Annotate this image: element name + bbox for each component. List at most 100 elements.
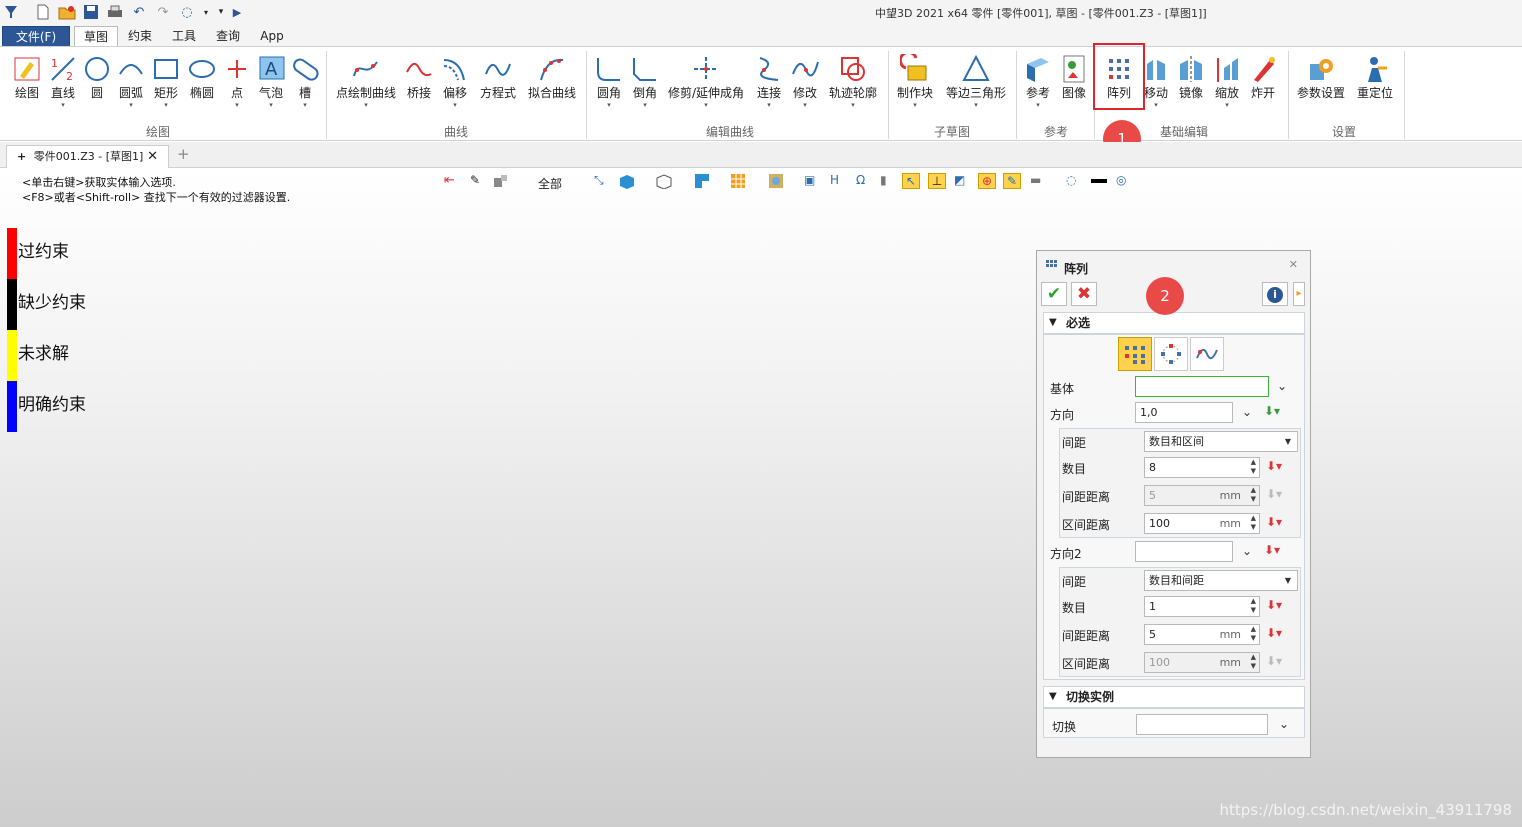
- image-button[interactable]: 图像: [1058, 53, 1090, 100]
- pen-icon-active[interactable]: ✎: [1003, 173, 1021, 189]
- draw-button[interactable]: 绘图: [8, 53, 46, 100]
- spacing2-select[interactable]: 数目和间距 ▼: [1144, 570, 1298, 591]
- redo-icon[interactable]: ↷: [154, 3, 172, 21]
- arc-button[interactable]: 圆弧 ▾: [114, 53, 148, 110]
- snap-grid-icon-active[interactable]: ⊥: [928, 173, 946, 189]
- required-section-header[interactable]: ▼ 必选: [1043, 312, 1305, 334]
- tab-query[interactable]: 查询: [210, 26, 246, 47]
- tab-app[interactable]: App: [254, 26, 290, 47]
- range2-distance-input[interactable]: 100 mm ▲ ▼: [1144, 652, 1260, 673]
- range-distance-pick-icon[interactable]: ⬇▾: [1266, 515, 1282, 529]
- direction2-chevron-icon[interactable]: ⌄: [1242, 544, 1252, 558]
- reference-button[interactable]: 参考 ▾: [1020, 53, 1056, 110]
- point-curve-button[interactable]: 点绘制曲线 ▾: [334, 53, 398, 110]
- spacing2-distance-input[interactable]: 5 mm ▲ ▼: [1144, 624, 1260, 645]
- crosshair-icon-active[interactable]: ⊕: [978, 173, 996, 189]
- spacing-select[interactable]: 数目和区间 ▼: [1144, 431, 1298, 452]
- save-icon[interactable]: [82, 3, 100, 21]
- eraser-icon[interactable]: ✎: [470, 173, 488, 189]
- spacing-distance-input[interactable]: 5 mm ▲ ▼: [1144, 485, 1260, 506]
- tab-constraint[interactable]: 约束: [122, 26, 158, 47]
- select-icon[interactable]: ⤡: [594, 173, 612, 189]
- direction2-input[interactable]: [1135, 541, 1233, 562]
- line-button[interactable]: 1 2 直线 ▾: [46, 53, 80, 110]
- dimension-icon[interactable]: H: [830, 173, 848, 189]
- open-file-icon[interactable]: [58, 3, 76, 21]
- fillet-button[interactable]: 圆角 ▾: [592, 53, 626, 110]
- grid-icon[interactable]: [730, 173, 748, 189]
- info-button[interactable]: i: [1262, 282, 1288, 306]
- line-style-icon[interactable]: [1090, 173, 1108, 189]
- layer-icon[interactable]: ▮: [880, 173, 898, 189]
- direction2-pick-icon[interactable]: ⬇▾: [1264, 543, 1280, 557]
- tab-sketch[interactable]: 草图: [74, 26, 118, 47]
- circle-button[interactable]: 圆: [80, 53, 114, 100]
- trim-extend-button[interactable]: 修剪/延伸成角 ▾: [664, 53, 748, 110]
- count2-input[interactable]: 1 ▲ ▼: [1144, 596, 1260, 617]
- direction-chevron-icon[interactable]: ⌄: [1242, 405, 1252, 419]
- toggle-chevron-icon[interactable]: ⌄: [1279, 717, 1289, 731]
- cancel-button[interactable]: ✖: [1071, 282, 1097, 306]
- diagnose-icon[interactable]: ◩: [954, 173, 972, 189]
- exit-sketch-icon[interactable]: ⇤: [444, 173, 462, 189]
- count-pick-icon[interactable]: ⬇▾: [1266, 459, 1282, 473]
- toggle-section-header[interactable]: ▼ 切换实例: [1043, 686, 1305, 708]
- new-tab-icon[interactable]: +: [177, 145, 190, 163]
- array-type-circular-icon[interactable]: [1154, 337, 1188, 371]
- ellipse-button[interactable]: 椭圆: [184, 53, 220, 100]
- range-distance-input[interactable]: 100 mm ▲ ▼: [1144, 513, 1260, 534]
- bridge-button[interactable]: 桥接: [402, 53, 436, 100]
- trace-profile-button[interactable]: 轨迹轮廓 ▾: [826, 53, 880, 110]
- chamfer-button[interactable]: 倒角 ▾: [628, 53, 662, 110]
- count-input[interactable]: 8 ▲ ▼: [1144, 457, 1260, 478]
- scale-button[interactable]: 缩放 ▾: [1210, 53, 1244, 110]
- display-mode-icon[interactable]: ▬: [1030, 173, 1048, 189]
- relocate-button[interactable]: 重定位: [1354, 53, 1396, 100]
- filter-icon[interactable]: [492, 173, 510, 189]
- param-settings-button[interactable]: 参数设置: [1294, 53, 1348, 100]
- print-icon[interactable]: [106, 3, 124, 21]
- array-type-curve-icon[interactable]: [1190, 337, 1224, 371]
- view-rotate-icon[interactable]: ◌: [178, 3, 196, 21]
- constraint-icon[interactable]: Ω: [856, 173, 874, 189]
- new-file-icon[interactable]: [34, 3, 52, 21]
- view-layout-icon[interactable]: [694, 173, 712, 189]
- explode-button[interactable]: 炸开: [1246, 53, 1280, 100]
- mirror-button[interactable]: 镜像: [1174, 53, 1208, 100]
- menu-file[interactable]: 文件(F): [2, 26, 70, 47]
- document-tab[interactable]: + 零件001.Z3 - [草图1] ✕: [6, 145, 169, 168]
- join-button[interactable]: 连接 ▾: [752, 53, 786, 110]
- equation-button[interactable]: 方程式: [476, 53, 520, 100]
- make-block-button[interactable]: 制作块 ▾: [894, 53, 936, 110]
- balloon-button[interactable]: A 气泡 ▾: [254, 53, 288, 110]
- equilateral-triangle-button[interactable]: 等边三角形 ▾: [942, 53, 1010, 110]
- count2-pick-icon[interactable]: ⬇▾: [1266, 598, 1282, 612]
- base-chevron-icon[interactable]: ⌄: [1277, 379, 1287, 393]
- snap-icon-active[interactable]: ↖: [902, 173, 920, 189]
- offset-button[interactable]: 偏移 ▾: [438, 53, 472, 110]
- direction-input[interactable]: 1,0: [1135, 402, 1233, 423]
- render-icon[interactable]: [768, 173, 786, 189]
- array-type-linear-icon[interactable]: [1118, 337, 1152, 371]
- modify-button[interactable]: 修改 ▾: [788, 53, 822, 110]
- dialog-close-icon[interactable]: ✕: [1289, 258, 1298, 271]
- filter-dropdown[interactable]: 全部: [538, 175, 578, 191]
- shaded-cube-icon[interactable]: [618, 173, 636, 189]
- wireframe-cube-icon[interactable]: [655, 173, 673, 190]
- fit-view-icon[interactable]: ▣: [804, 173, 822, 189]
- undo-icon[interactable]: ↶: [130, 3, 148, 21]
- close-tab-icon[interactable]: ✕: [147, 146, 158, 168]
- direction-pick-icon[interactable]: ⬇▾: [1264, 404, 1280, 418]
- toggle-input[interactable]: [1136, 714, 1268, 735]
- tab-tools[interactable]: 工具: [166, 26, 202, 47]
- slot-button[interactable]: 槽 ▾: [288, 53, 322, 110]
- dialog-more-icon[interactable]: ▸: [1293, 282, 1305, 306]
- rectangle-button[interactable]: 矩形 ▾: [148, 53, 184, 110]
- count-stepper[interactable]: ▲ ▼: [1251, 458, 1256, 476]
- ok-button[interactable]: ✔: [1041, 282, 1067, 306]
- fit-curve-button[interactable]: 拟合曲线: [524, 53, 580, 100]
- base-input[interactable]: [1135, 376, 1269, 397]
- spacing2-distance-pick-icon[interactable]: ⬇▾: [1266, 626, 1282, 640]
- orbit-icon[interactable]: ◎: [1116, 173, 1134, 189]
- play-icon[interactable]: ▶: [228, 3, 246, 21]
